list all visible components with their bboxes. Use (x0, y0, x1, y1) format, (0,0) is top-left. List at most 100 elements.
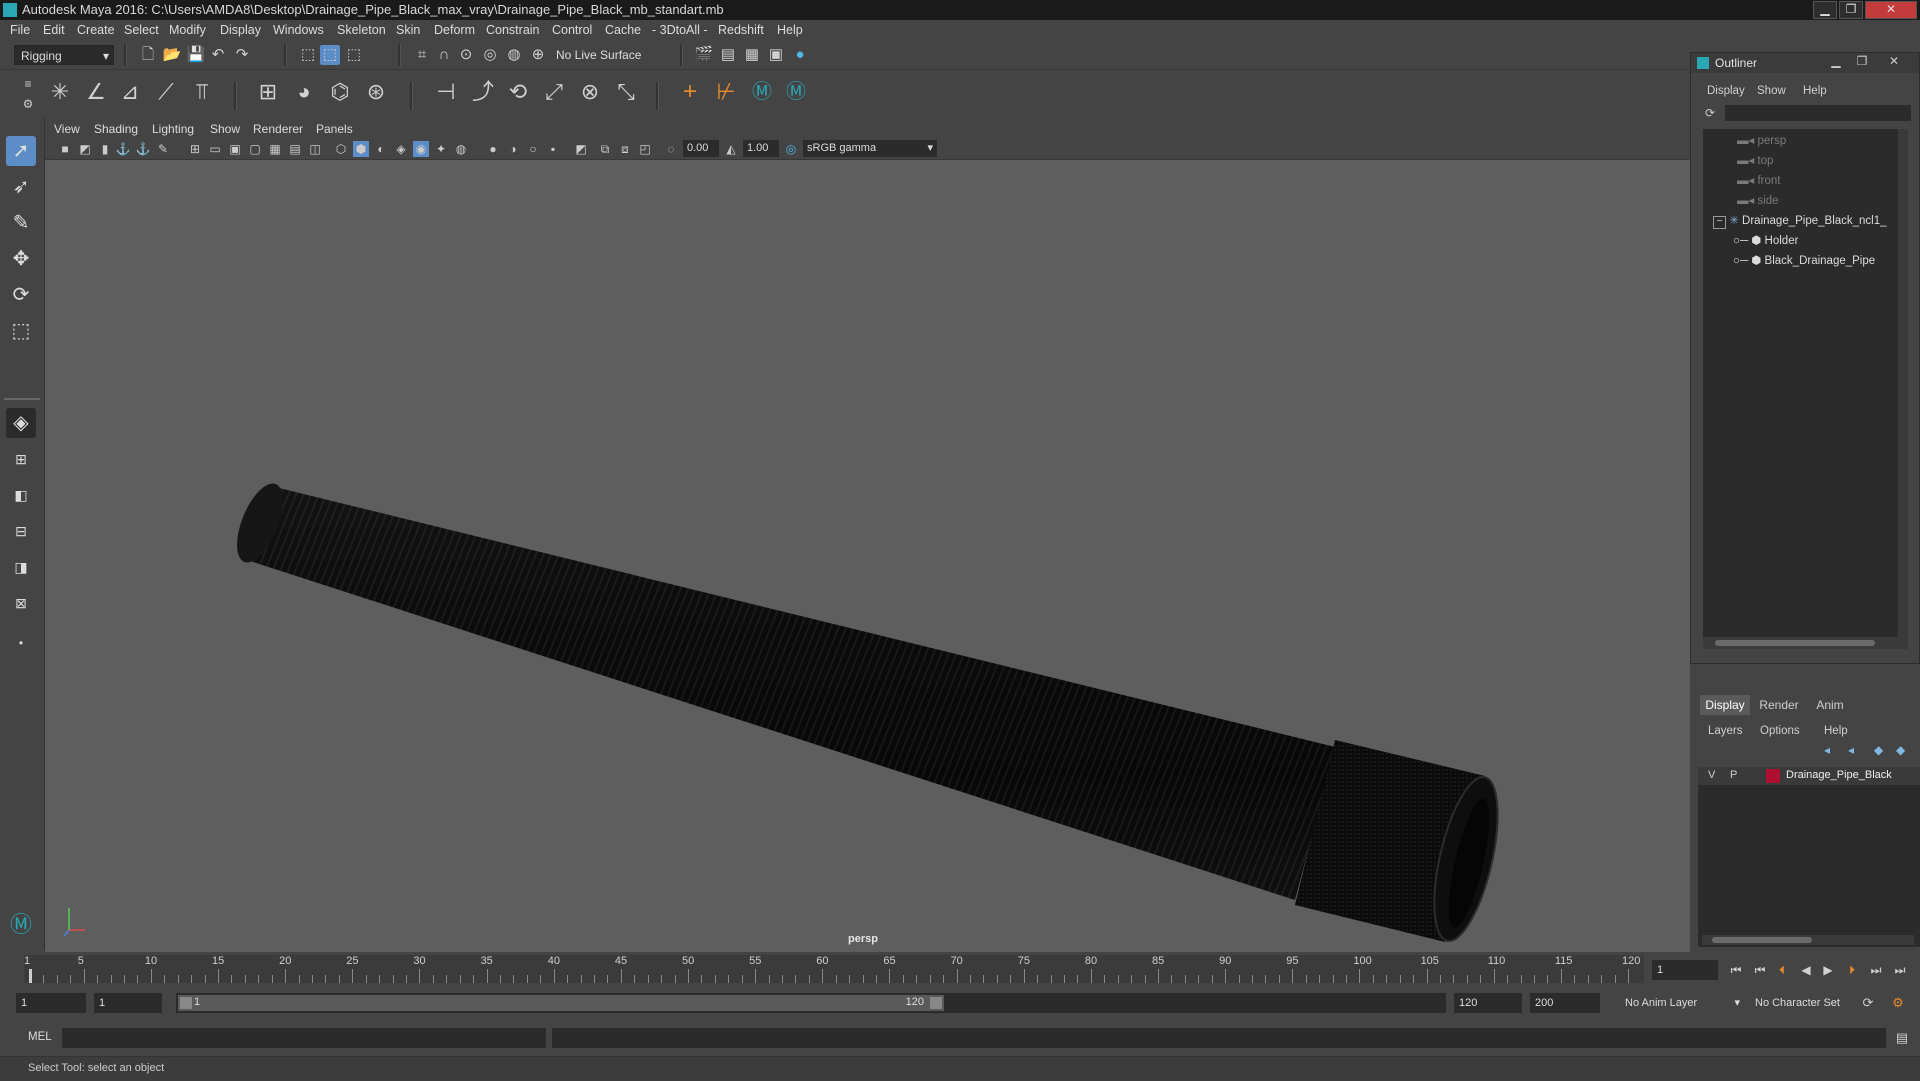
pole-vector-icon[interactable]: ⤡ (616, 81, 636, 103)
smooth-shade-icon[interactable]: ⬢ (353, 141, 369, 157)
vp-menu-view[interactable]: View (54, 122, 80, 136)
color-management-icon[interactable]: ◎ (783, 141, 799, 157)
outliner-menu-display[interactable]: Display (1707, 85, 1745, 97)
tree-item-top[interactable]: ▬◂ top (1737, 153, 1773, 167)
gamma-icon[interactable]: ◭ (723, 141, 739, 157)
step-back-frame-icon[interactable]: ⏴ (1772, 960, 1792, 980)
menu-cache[interactable]: Cache (605, 23, 641, 37)
textured-icon[interactable]: ◈ (393, 141, 409, 157)
mirror-joint-icon[interactable]: ⟋ (156, 81, 176, 103)
menu-display[interactable]: Display (220, 23, 261, 37)
colorspace-dropdown[interactable]: sRGB gamma ▾ (803, 140, 937, 157)
isolate-select-icon[interactable]: ▪ (545, 141, 561, 157)
outliner-minimize-button[interactable]: ▁ (1825, 54, 1847, 70)
menu-skeleton[interactable]: Skeleton (337, 23, 386, 37)
layers-menu-layers[interactable]: Layers (1708, 725, 1743, 737)
new-scene-icon[interactable]: 🗋 (138, 45, 158, 65)
make-live-icon[interactable]: ⊕ (528, 45, 548, 65)
vp-menu-panels[interactable]: Panels (316, 122, 353, 136)
menu-control[interactable]: Control (552, 23, 592, 37)
lattice-icon[interactable]: ⌬ (330, 81, 350, 103)
range-start-grip[interactable] (180, 997, 192, 1009)
save-scene-icon[interactable]: 💾 (186, 45, 206, 65)
menu-select[interactable]: Select (124, 23, 159, 37)
vp-menu-shading[interactable]: Shading (94, 122, 138, 136)
tree-item-front[interactable]: ▬◂ front (1737, 173, 1780, 187)
menu-deform[interactable]: Deform (434, 23, 475, 37)
two-d-pan-icon[interactable]: ⚓ (135, 141, 151, 157)
open-scene-icon[interactable]: 📂 (162, 45, 182, 65)
render-frame-icon[interactable]: ▤ (718, 45, 738, 65)
go-to-end-icon[interactable]: ⏭ (1890, 960, 1910, 980)
maya-script-icon[interactable]: Ⓜ (786, 82, 806, 102)
close-button[interactable]: ✕ (1865, 1, 1917, 19)
grease-pencil-icon[interactable]: ✎ (155, 141, 171, 157)
snap-grid-icon[interactable]: ⌗ (412, 45, 432, 65)
render-view-icon[interactable]: 🎬 (694, 45, 714, 65)
menuset-dropdown[interactable]: Rigging ▾ (14, 45, 114, 65)
menu-constrain[interactable]: Constrain (486, 23, 540, 37)
menu-skin[interactable]: Skin (396, 23, 420, 37)
cluster-icon[interactable]: ⊛ (366, 81, 386, 103)
menu-help[interactable]: Help (777, 23, 803, 37)
bookmark-icon[interactable]: ▮ (97, 141, 113, 157)
grid-icon[interactable]: ⊞ (187, 141, 203, 157)
layout-more-icon[interactable]: • (6, 628, 36, 658)
collapse-icon[interactable]: − (1713, 216, 1726, 229)
screen-space-ao-icon[interactable]: ◍ (453, 141, 469, 157)
script-editor-icon[interactable]: ▤ (1892, 1028, 1912, 1048)
parent-constraint-icon[interactable]: ⊗ (580, 81, 600, 103)
select-tool-icon[interactable]: ➚ (6, 136, 36, 166)
outliner-maximize-button[interactable]: ❐ (1851, 54, 1873, 70)
ik-spline-icon[interactable]: ⊿ (120, 81, 140, 103)
layer-horizontal-scrollbar[interactable] (1702, 935, 1914, 945)
xray-icon[interactable]: ◩ (573, 141, 589, 157)
persp-relationship-icon[interactable]: ⊠ (6, 588, 36, 618)
orient-joint-icon[interactable]: ⫪ (192, 81, 212, 103)
move-tool-icon[interactable]: ✥ (6, 244, 36, 274)
undo-icon[interactable]: ↶ (208, 45, 228, 65)
paint-weights-icon[interactable]: ◕ (294, 81, 314, 103)
bind-skin-icon[interactable]: ⊞ (258, 81, 278, 103)
exposure-icon[interactable]: ◌ (663, 141, 679, 157)
command-input[interactable] (62, 1028, 546, 1048)
outliner-horizontal-scrollbar[interactable] (1703, 637, 1898, 649)
scroll-thumb[interactable] (1715, 640, 1875, 646)
maximize-button[interactable]: ❐ (1839, 1, 1863, 19)
single-perspective-icon[interactable]: ◈ (6, 408, 36, 438)
go-to-start-icon[interactable]: ⏮ (1726, 960, 1746, 980)
scene-end-field[interactable]: 200 (1530, 993, 1600, 1013)
move-layer-up-icon[interactable]: ◂ (1824, 743, 1830, 757)
image-plane-icon[interactable]: ⚓ (115, 141, 131, 157)
gamma-field[interactable]: 1.00 (743, 140, 779, 157)
xray-joints-icon[interactable]: ⧉ (597, 141, 613, 157)
xray-active-icon[interactable]: ⧈ (617, 141, 633, 157)
new-layer-icon[interactable]: ◆ (1874, 743, 1883, 757)
layer-color-swatch[interactable] (1766, 769, 1780, 783)
film-gate-icon[interactable]: ▭ (207, 141, 223, 157)
point-constraint-icon[interactable]: ⊣ (436, 81, 456, 103)
outliner-close-button[interactable]: ✕ (1883, 54, 1905, 70)
layer-visibility-toggle[interactable]: V (1708, 769, 1715, 781)
auto-key-icon[interactable]: ⟳ (1858, 993, 1878, 1013)
scale-tool-icon[interactable]: ⬚ (6, 316, 36, 346)
four-view-icon[interactable]: ⊞ (6, 444, 36, 474)
play-forward-icon[interactable]: ▶ (1818, 960, 1838, 980)
layer-name[interactable]: Drainage_Pipe_Black (1786, 769, 1892, 781)
menu-3dtoall[interactable]: - 3DtoAll - (652, 23, 708, 37)
aim-constraint-icon[interactable]: ⤴ (472, 81, 494, 103)
menu-modify[interactable]: Modify (169, 23, 206, 37)
shelf-settings-icon[interactable]: ⚙ (18, 94, 38, 114)
camera-icon[interactable]: ■ (57, 141, 73, 157)
paint-select-icon[interactable]: ✎ (6, 208, 36, 238)
safe-action-icon[interactable]: ▤ (287, 141, 303, 157)
layers-menu-options[interactable]: Options (1760, 725, 1800, 737)
layer-row[interactable]: V P Drainage_Pipe_Black (1698, 767, 1920, 785)
persp-outliner-icon[interactable]: ◧ (6, 480, 36, 510)
tab-render[interactable]: Render (1754, 695, 1804, 715)
tab-display[interactable]: Display (1700, 695, 1750, 715)
playback-end-field[interactable]: 120 (1454, 993, 1522, 1013)
tree-item-black-drainage-pipe[interactable]: ○─ ⬢ Black_Drainage_Pipe (1733, 253, 1875, 267)
rotate-tool-icon[interactable]: ⟳ (6, 280, 36, 310)
range-bar[interactable]: 1 120 (176, 993, 1446, 1013)
